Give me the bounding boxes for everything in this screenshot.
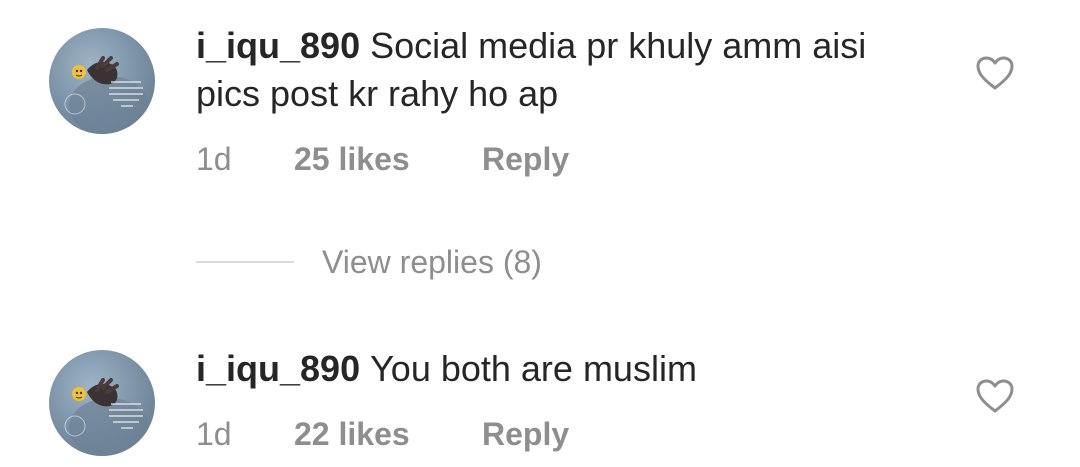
comment-username[interactable]: i_iqu_890 <box>196 348 360 389</box>
comment-body: You both are muslim <box>370 348 697 389</box>
comment-likes[interactable]: 25 likes <box>294 139 482 179</box>
avatar[interactable] <box>49 28 155 134</box>
comment-text: i_iqu_890 Social media pr khuly amm aisi … <box>196 22 916 118</box>
comment-likes[interactable]: 22 likes <box>294 414 482 454</box>
view-replies-button[interactable]: View replies (8) <box>196 240 542 284</box>
view-replies-divider <box>196 261 294 263</box>
heart-outline-icon[interactable] <box>975 378 1015 414</box>
comment-text: i_iqu_890 You both are muslim <box>196 345 916 393</box>
comment-time: 1d <box>196 141 232 177</box>
reply-button[interactable]: Reply <box>482 414 569 454</box>
heart-outline-icon[interactable] <box>975 55 1015 91</box>
view-replies-label: View replies (8) <box>322 243 542 280</box>
reply-button[interactable]: Reply <box>482 139 569 179</box>
avatar[interactable] <box>49 350 155 456</box>
comment-meta: 1d 25 likes Reply <box>196 139 569 179</box>
comment-time: 1d <box>196 416 232 452</box>
comment-meta: 1d 22 likes Reply <box>196 414 569 454</box>
comment-username[interactable]: i_iqu_890 <box>196 25 360 66</box>
